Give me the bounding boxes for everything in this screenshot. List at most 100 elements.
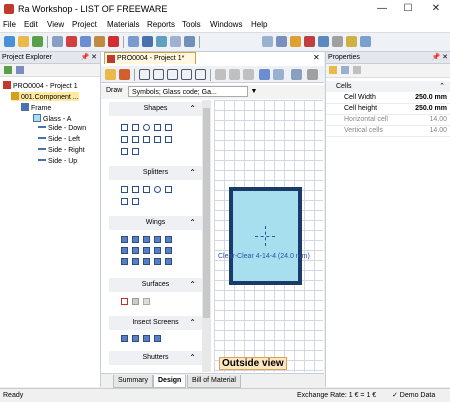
wing-icon[interactable] [132, 236, 139, 243]
report-icon[interactable] [156, 36, 167, 47]
section-surfaces[interactable]: Surfaces ⌃ [109, 278, 202, 292]
copy-icon[interactable] [80, 36, 91, 47]
tab-project[interactable]: PRO0004 - Project 1* [104, 52, 196, 64]
trapezoid-icon[interactable] [132, 136, 139, 143]
triangle-icon[interactable] [154, 124, 161, 131]
splitter-icon[interactable] [143, 186, 150, 193]
categorized-icon[interactable] [329, 66, 337, 74]
rect-icon[interactable] [132, 124, 139, 131]
explorer-pin-close[interactable]: 📌 ✕ [80, 52, 97, 63]
delete-icon[interactable] [66, 36, 77, 47]
tree-item-side[interactable]: Side - Left [38, 136, 80, 143]
zoom-icon[interactable] [291, 69, 302, 80]
draw-select[interactable]: Symbols; Glass code; Ga... [128, 86, 248, 97]
surface-icon[interactable] [132, 298, 139, 305]
grid-icon[interactable] [128, 36, 139, 47]
split-icon[interactable] [153, 69, 164, 80]
question-icon[interactable] [121, 298, 128, 305]
surface-icon[interactable] [143, 298, 150, 305]
window-icon[interactable] [318, 36, 329, 47]
wing-icon[interactable] [165, 258, 172, 265]
tab-bill-of-material[interactable]: Bill of Material [187, 375, 241, 388]
wing-icon[interactable] [132, 258, 139, 265]
minimize-button[interactable]: — [370, 2, 394, 16]
section-insect-screens[interactable]: Insect Screens ⌃ [109, 316, 202, 330]
menu-view[interactable]: View [47, 20, 64, 29]
cut-icon[interactable] [108, 36, 119, 47]
section-shutters[interactable]: Shutters ⌃ [109, 351, 202, 365]
pointer-icon[interactable] [105, 69, 116, 80]
collapse-icon[interactable]: ⌃ [189, 351, 196, 365]
arch-icon[interactable] [121, 148, 128, 155]
wing-icon[interactable] [121, 236, 128, 243]
rotate-icon[interactable] [259, 69, 270, 80]
wing-icon[interactable] [132, 247, 139, 254]
tree-item-project[interactable]: PRO0004 - Project 1 [3, 81, 78, 90]
layers-icon[interactable] [332, 36, 343, 47]
zoom-icon[interactable] [262, 36, 273, 47]
property-row[interactable]: Horizontal cell 14.00 [326, 115, 450, 126]
splitter-icon[interactable] [165, 186, 172, 193]
splitter-icon[interactable] [132, 198, 139, 205]
menu-project[interactable]: Project [72, 20, 97, 29]
wing-icon[interactable] [143, 236, 150, 243]
image-icon[interactable] [276, 36, 287, 47]
property-row[interactable]: Cell Width 250.0 mm [326, 93, 450, 104]
toolbox-scrollbar[interactable] [202, 100, 211, 372]
trapezoid-icon[interactable] [154, 136, 161, 143]
menu-file[interactable]: File [3, 20, 16, 29]
save-icon[interactable] [32, 36, 43, 47]
scrollbar-thumb[interactable] [203, 108, 210, 318]
export-icon[interactable] [184, 36, 195, 47]
open-icon[interactable] [18, 36, 29, 47]
wing-icon[interactable] [165, 236, 172, 243]
settings-icon[interactable] [304, 36, 315, 47]
tree-item-frame[interactable]: Frame [21, 103, 51, 112]
wing-icon[interactable] [121, 258, 128, 265]
collapse-icon[interactable]: ⌃ [439, 81, 445, 92]
calc-icon[interactable] [142, 36, 153, 47]
properties-pin-close[interactable]: 📌 ✕ [431, 52, 448, 63]
section-shapes[interactable]: Shapes ⌃ [109, 102, 202, 116]
tree-item-glass[interactable]: Glass - A [33, 114, 71, 123]
chevron-down-icon[interactable]: ▼ [249, 86, 259, 97]
menu-materials[interactable]: Materials [107, 20, 139, 29]
menu-windows[interactable]: Windows [210, 20, 242, 29]
line-icon[interactable] [229, 69, 240, 80]
folder-icon[interactable] [290, 36, 301, 47]
close-button[interactable]: ✕ [424, 2, 448, 16]
section-wings[interactable]: Wings ⌃ [109, 216, 202, 230]
tree-item-component[interactable]: 001.Component ... [11, 92, 79, 101]
pencil-icon[interactable] [346, 36, 357, 47]
menu-help[interactable]: Help [251, 20, 267, 29]
splitter-icon[interactable] [121, 198, 128, 205]
menu-edit[interactable]: Edit [24, 20, 38, 29]
collapse-icon[interactable]: ⌃ [189, 102, 196, 116]
tab-summary[interactable]: Summary [113, 375, 153, 388]
help-icon[interactable] [360, 36, 371, 47]
screen-icon[interactable] [154, 335, 161, 342]
split-icon[interactable] [181, 69, 192, 80]
list-icon[interactable] [16, 66, 24, 74]
collapse-icon[interactable]: ⌃ [189, 278, 196, 292]
split-icon[interactable] [195, 69, 206, 80]
section-splitters[interactable]: Splitters ⌃ [109, 166, 202, 180]
trapezoid-icon[interactable] [165, 136, 172, 143]
menu-reports[interactable]: Reports [147, 20, 175, 29]
splitter-icon[interactable] [154, 186, 161, 193]
splitter-icon[interactable] [132, 186, 139, 193]
more-icon[interactable] [307, 69, 318, 80]
tree-item-side[interactable]: Side - Up [38, 158, 77, 165]
new-icon[interactable] [4, 36, 15, 47]
arch-icon[interactable] [132, 148, 139, 155]
rect-icon[interactable] [121, 124, 128, 131]
wing-icon[interactable] [165, 247, 172, 254]
print-icon[interactable] [52, 36, 63, 47]
wing-icon[interactable] [154, 247, 161, 254]
maximize-button[interactable]: ☐ [396, 2, 420, 16]
wing-icon[interactable] [121, 247, 128, 254]
wing-icon[interactable] [154, 258, 161, 265]
menu-tools[interactable]: Tools [182, 20, 201, 29]
triangle-icon[interactable] [165, 124, 172, 131]
wing-icon[interactable] [154, 236, 161, 243]
